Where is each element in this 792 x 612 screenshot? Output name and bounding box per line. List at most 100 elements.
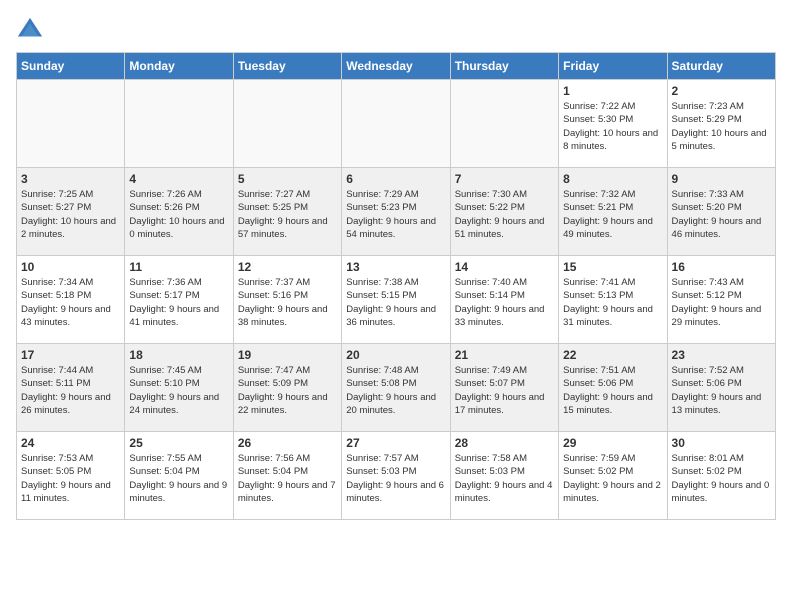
calendar-cell: 15 Sunrise: 7:41 AM Sunset: 5:13 PM Dayli… — [559, 256, 667, 344]
calendar-cell — [233, 80, 341, 168]
day-number: 21 — [455, 348, 554, 362]
day-info: Sunrise: 7:26 AM Sunset: 5:26 PM Dayligh… — [129, 188, 228, 241]
calendar-cell: 28 Sunrise: 7:58 AM Sunset: 5:03 PM Dayli… — [450, 432, 558, 520]
day-info: Sunrise: 7:27 AM Sunset: 5:25 PM Dayligh… — [238, 188, 337, 241]
day-info: Sunrise: 7:58 AM Sunset: 5:03 PM Dayligh… — [455, 452, 554, 505]
calendar-cell: 13Sunrise: 7:38 AM Sunset: 5:15 PM Dayli… — [342, 256, 450, 344]
calendar-cell: 2 Sunrise: 7:23 AM Sunset: 5:29 PM Daylig… — [667, 80, 775, 168]
calendar-cell: 12 Sunrise: 7:37 AM Sunset: 5:16 PM Dayli… — [233, 256, 341, 344]
day-info: Sunrise: 7:30 AM Sunset: 5:22 PM Dayligh… — [455, 188, 554, 241]
day-number: 4 — [129, 172, 228, 186]
day-info: Sunrise: 7:38 AM Sunset: 5:15 PM Dayligh… — [346, 276, 445, 329]
calendar-cell: 20 Sunrise: 7:48 AM Sunset: 5:08 PM Dayli… — [342, 344, 450, 432]
day-number: 8 — [563, 172, 662, 186]
calendar-header-row: SundayMondayTuesdayWednesdayThursdayFrid… — [17, 53, 776, 80]
calendar-cell: 7 Sunrise: 7:30 AM Sunset: 5:22 PM Daylig… — [450, 168, 558, 256]
day-number: 27 — [346, 436, 445, 450]
calendar-cell: 24 Sunrise: 7:53 AM Sunset: 5:05 PM Dayli… — [17, 432, 125, 520]
day-info: Sunrise: 7:51 AM Sunset: 5:06 PM Dayligh… — [563, 364, 662, 417]
calendar-cell: 5 Sunrise: 7:27 AM Sunset: 5:25 PM Daylig… — [233, 168, 341, 256]
calendar-cell: 6 Sunrise: 7:29 AM Sunset: 5:23 PM Daylig… — [342, 168, 450, 256]
calendar-cell: 26Sunrise: 7:56 AM Sunset: 5:04 PM Dayli… — [233, 432, 341, 520]
day-info: Sunrise: 7:45 AM Sunset: 5:10 PM Dayligh… — [129, 364, 228, 417]
calendar-cell: 11Sunrise: 7:36 AM Sunset: 5:17 PM Dayli… — [125, 256, 233, 344]
day-header-friday: Friday — [559, 53, 667, 80]
calendar-cell — [17, 80, 125, 168]
day-info: Sunrise: 7:32 AM Sunset: 5:21 PM Dayligh… — [563, 188, 662, 241]
day-header-monday: Monday — [125, 53, 233, 80]
calendar-week-row: 3 Sunrise: 7:25 AM Sunset: 5:27 PM Daylig… — [17, 168, 776, 256]
day-info: Sunrise: 7:23 AM Sunset: 5:29 PM Dayligh… — [672, 100, 771, 153]
calendar-cell: 27 Sunrise: 7:57 AM Sunset: 5:03 PM Dayli… — [342, 432, 450, 520]
day-info: Sunrise: 7:29 AM Sunset: 5:23 PM Dayligh… — [346, 188, 445, 241]
day-info: Sunrise: 7:53 AM Sunset: 5:05 PM Dayligh… — [21, 452, 120, 505]
calendar-cell: 19 Sunrise: 7:47 AM Sunset: 5:09 PM Dayli… — [233, 344, 341, 432]
day-number: 24 — [21, 436, 120, 450]
day-number: 20 — [346, 348, 445, 362]
day-info: Sunrise: 8:01 AM Sunset: 5:02 PM Dayligh… — [672, 452, 771, 505]
day-number: 17 — [21, 348, 120, 362]
calendar-cell: 14 Sunrise: 7:40 AM Sunset: 5:14 PM Dayli… — [450, 256, 558, 344]
calendar-cell: 4 Sunrise: 7:26 AM Sunset: 5:26 PM Daylig… — [125, 168, 233, 256]
day-info: Sunrise: 7:41 AM Sunset: 5:13 PM Dayligh… — [563, 276, 662, 329]
calendar-cell: 18 Sunrise: 7:45 AM Sunset: 5:10 PM Dayli… — [125, 344, 233, 432]
day-number: 5 — [238, 172, 337, 186]
day-info: Sunrise: 7:57 AM Sunset: 5:03 PM Dayligh… — [346, 452, 445, 505]
day-number: 7 — [455, 172, 554, 186]
day-info: Sunrise: 7:34 AM Sunset: 5:18 PM Dayligh… — [21, 276, 120, 329]
day-number: 10 — [21, 260, 120, 274]
day-info: Sunrise: 7:43 AM Sunset: 5:12 PM Dayligh… — [672, 276, 771, 329]
day-info: Sunrise: 7:36 AM Sunset: 5:17 PM Dayligh… — [129, 276, 228, 329]
calendar-cell — [450, 80, 558, 168]
day-number: 29 — [563, 436, 662, 450]
calendar-cell — [342, 80, 450, 168]
day-number: 15 — [563, 260, 662, 274]
day-number: 2 — [672, 84, 771, 98]
day-number: 19 — [238, 348, 337, 362]
logo — [16, 16, 46, 44]
day-number: 28 — [455, 436, 554, 450]
day-info: Sunrise: 7:48 AM Sunset: 5:08 PM Dayligh… — [346, 364, 445, 417]
page-header — [16, 16, 776, 44]
calendar-cell: 16Sunrise: 7:43 AM Sunset: 5:12 PM Dayli… — [667, 256, 775, 344]
day-info: Sunrise: 7:22 AM Sunset: 5:30 PM Dayligh… — [563, 100, 662, 153]
calendar-week-row: 10 Sunrise: 7:34 AM Sunset: 5:18 PM Dayli… — [17, 256, 776, 344]
day-info: Sunrise: 7:40 AM Sunset: 5:14 PM Dayligh… — [455, 276, 554, 329]
day-header-wednesday: Wednesday — [342, 53, 450, 80]
day-header-tuesday: Tuesday — [233, 53, 341, 80]
day-info: Sunrise: 7:56 AM Sunset: 5:04 PM Dayligh… — [238, 452, 337, 505]
calendar-table: SundayMondayTuesdayWednesdayThursdayFrid… — [16, 52, 776, 520]
calendar-week-row: 17 Sunrise: 7:44 AM Sunset: 5:11 PM Dayli… — [17, 344, 776, 432]
day-number: 3 — [21, 172, 120, 186]
day-info: Sunrise: 7:37 AM Sunset: 5:16 PM Dayligh… — [238, 276, 337, 329]
calendar-cell: 23 Sunrise: 7:52 AM Sunset: 5:06 PM Dayli… — [667, 344, 775, 432]
day-info: Sunrise: 7:47 AM Sunset: 5:09 PM Dayligh… — [238, 364, 337, 417]
day-info: Sunrise: 7:25 AM Sunset: 5:27 PM Dayligh… — [21, 188, 120, 241]
calendar-cell — [125, 80, 233, 168]
day-info: Sunrise: 7:44 AM Sunset: 5:11 PM Dayligh… — [21, 364, 120, 417]
day-number: 6 — [346, 172, 445, 186]
calendar-cell: 8 Sunrise: 7:32 AM Sunset: 5:21 PM Daylig… — [559, 168, 667, 256]
calendar-week-row: 1 Sunrise: 7:22 AM Sunset: 5:30 PM Daylig… — [17, 80, 776, 168]
day-number: 22 — [563, 348, 662, 362]
calendar-cell: 10 Sunrise: 7:34 AM Sunset: 5:18 PM Dayli… — [17, 256, 125, 344]
calendar-cell: 1 Sunrise: 7:22 AM Sunset: 5:30 PM Daylig… — [559, 80, 667, 168]
day-info: Sunrise: 7:55 AM Sunset: 5:04 PM Dayligh… — [129, 452, 228, 505]
calendar-cell: 25Sunrise: 7:55 AM Sunset: 5:04 PM Dayli… — [125, 432, 233, 520]
day-info: Sunrise: 7:49 AM Sunset: 5:07 PM Dayligh… — [455, 364, 554, 417]
day-header-sunday: Sunday — [17, 53, 125, 80]
calendar-cell: 29Sunrise: 7:59 AM Sunset: 5:02 PM Dayli… — [559, 432, 667, 520]
day-number: 12 — [238, 260, 337, 274]
calendar-cell: 9Sunrise: 7:33 AM Sunset: 5:20 PM Daylig… — [667, 168, 775, 256]
calendar-cell: 21 Sunrise: 7:49 AM Sunset: 5:07 PM Dayli… — [450, 344, 558, 432]
day-number: 1 — [563, 84, 662, 98]
day-number: 18 — [129, 348, 228, 362]
day-number: 30 — [672, 436, 771, 450]
calendar-week-row: 24 Sunrise: 7:53 AM Sunset: 5:05 PM Dayli… — [17, 432, 776, 520]
calendar-cell: 17 Sunrise: 7:44 AM Sunset: 5:11 PM Dayli… — [17, 344, 125, 432]
calendar-cell: 22 Sunrise: 7:51 AM Sunset: 5:06 PM Dayli… — [559, 344, 667, 432]
calendar-cell: 30 Sunrise: 8:01 AM Sunset: 5:02 PM Dayli… — [667, 432, 775, 520]
day-number: 23 — [672, 348, 771, 362]
day-info: Sunrise: 7:52 AM Sunset: 5:06 PM Dayligh… — [672, 364, 771, 417]
day-number: 14 — [455, 260, 554, 274]
